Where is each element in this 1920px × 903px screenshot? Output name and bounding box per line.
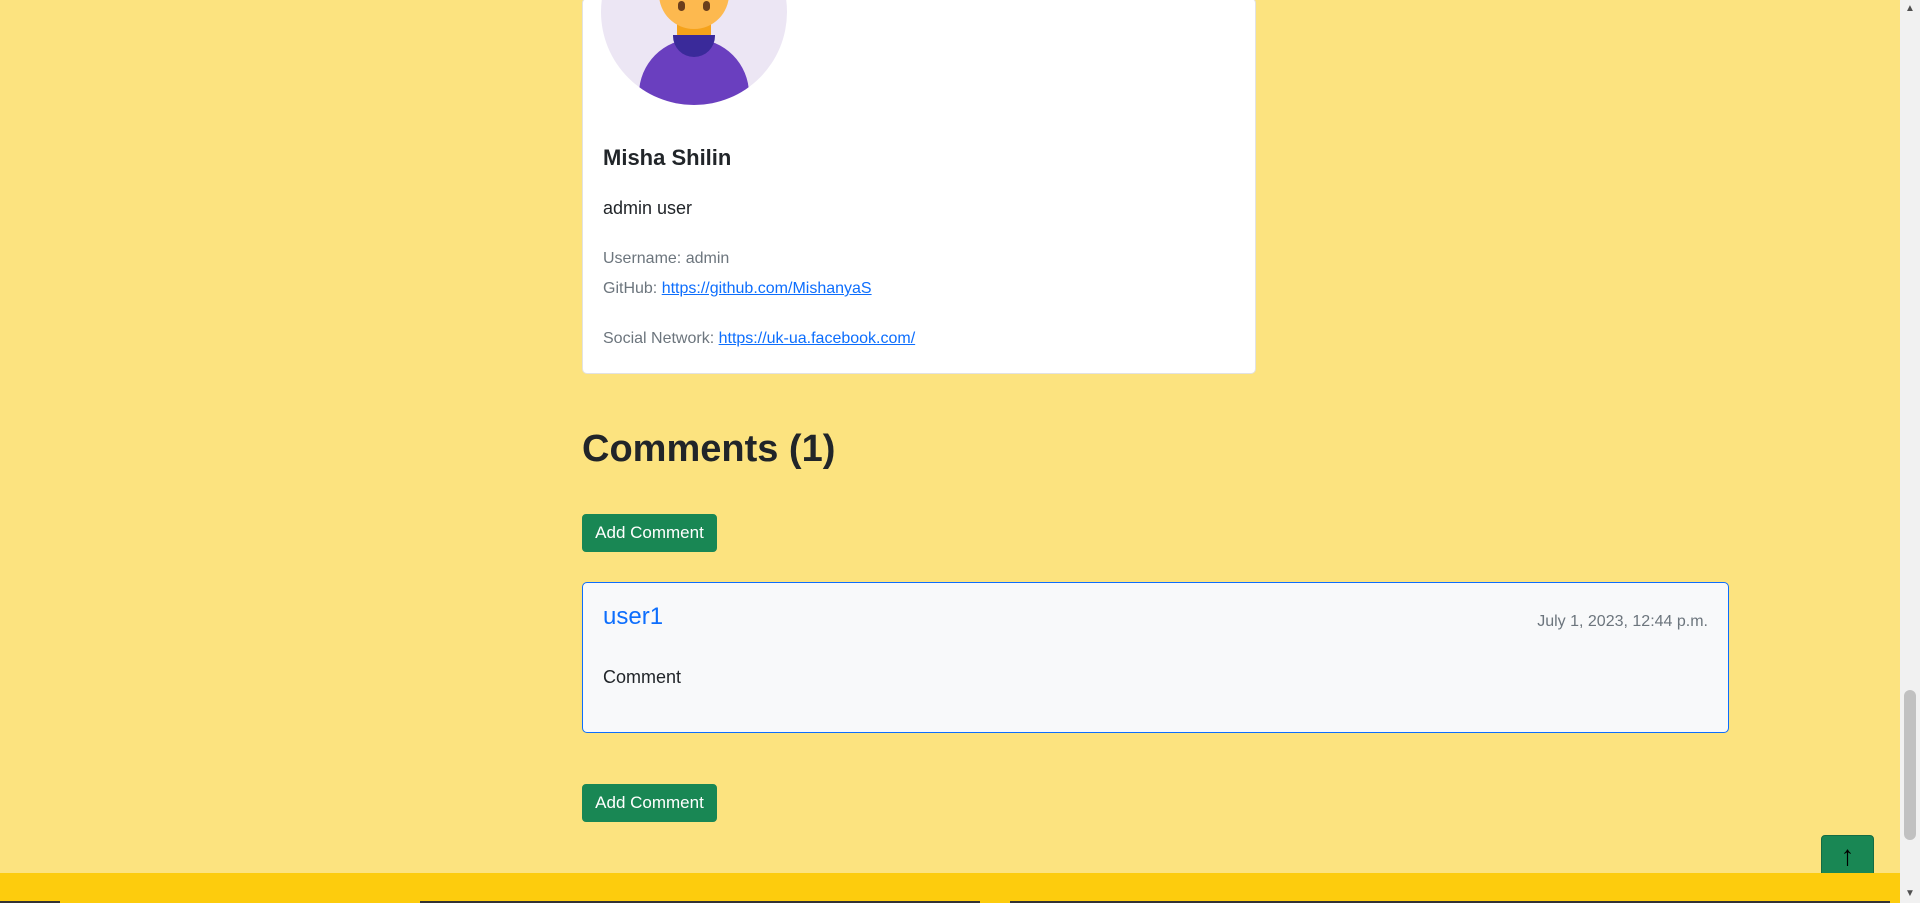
add-comment-button-bottom[interactable]: Add Comment: [582, 784, 717, 822]
scroll-down-icon[interactable]: ▼: [1900, 885, 1920, 903]
comment-author-link[interactable]: user1: [603, 603, 663, 631]
profile-github: GitHub: https://github.com/MishanyaS: [603, 280, 872, 298]
comment-text: Comment: [603, 667, 682, 687]
page: Misha Shilin admin user Username: admin …: [0, 0, 1900, 873]
scrollbar-thumb[interactable]: [1904, 690, 1916, 840]
footer: [0, 873, 1900, 903]
avatar: [601, 0, 787, 105]
social-label: Social Network:: [603, 330, 715, 347]
scroll-up-icon[interactable]: ▲: [1900, 0, 1920, 18]
github-label: GitHub:: [603, 280, 658, 297]
github-link[interactable]: https://github.com/MishanyaS: [662, 280, 872, 297]
profile-bio: admin user: [603, 198, 693, 218]
profile-name: Misha Shilin: [603, 145, 732, 170]
social-link[interactable]: https://uk-ua.facebook.com/: [719, 330, 916, 347]
comment-date: July 1, 2023, 12:44 p.m.: [1537, 613, 1708, 630]
profile-username: Username: admin: [603, 250, 730, 267]
profile-card: Misha Shilin admin user Username: admin …: [582, 0, 1256, 374]
scrollbar[interactable]: ▲ ▼: [1900, 0, 1920, 903]
scroll-to-top-button[interactable]: ↑: [1821, 835, 1874, 873]
comment-card: user1 July 1, 2023, 12:44 p.m. Comment: [582, 582, 1729, 733]
profile-social: Social Network: https://uk-ua.facebook.c…: [603, 330, 915, 348]
comments-title: Comments (1): [582, 428, 836, 470]
arrow-up-icon: ↑: [1840, 840, 1855, 871]
add-comment-button[interactable]: Add Comment: [582, 514, 717, 552]
